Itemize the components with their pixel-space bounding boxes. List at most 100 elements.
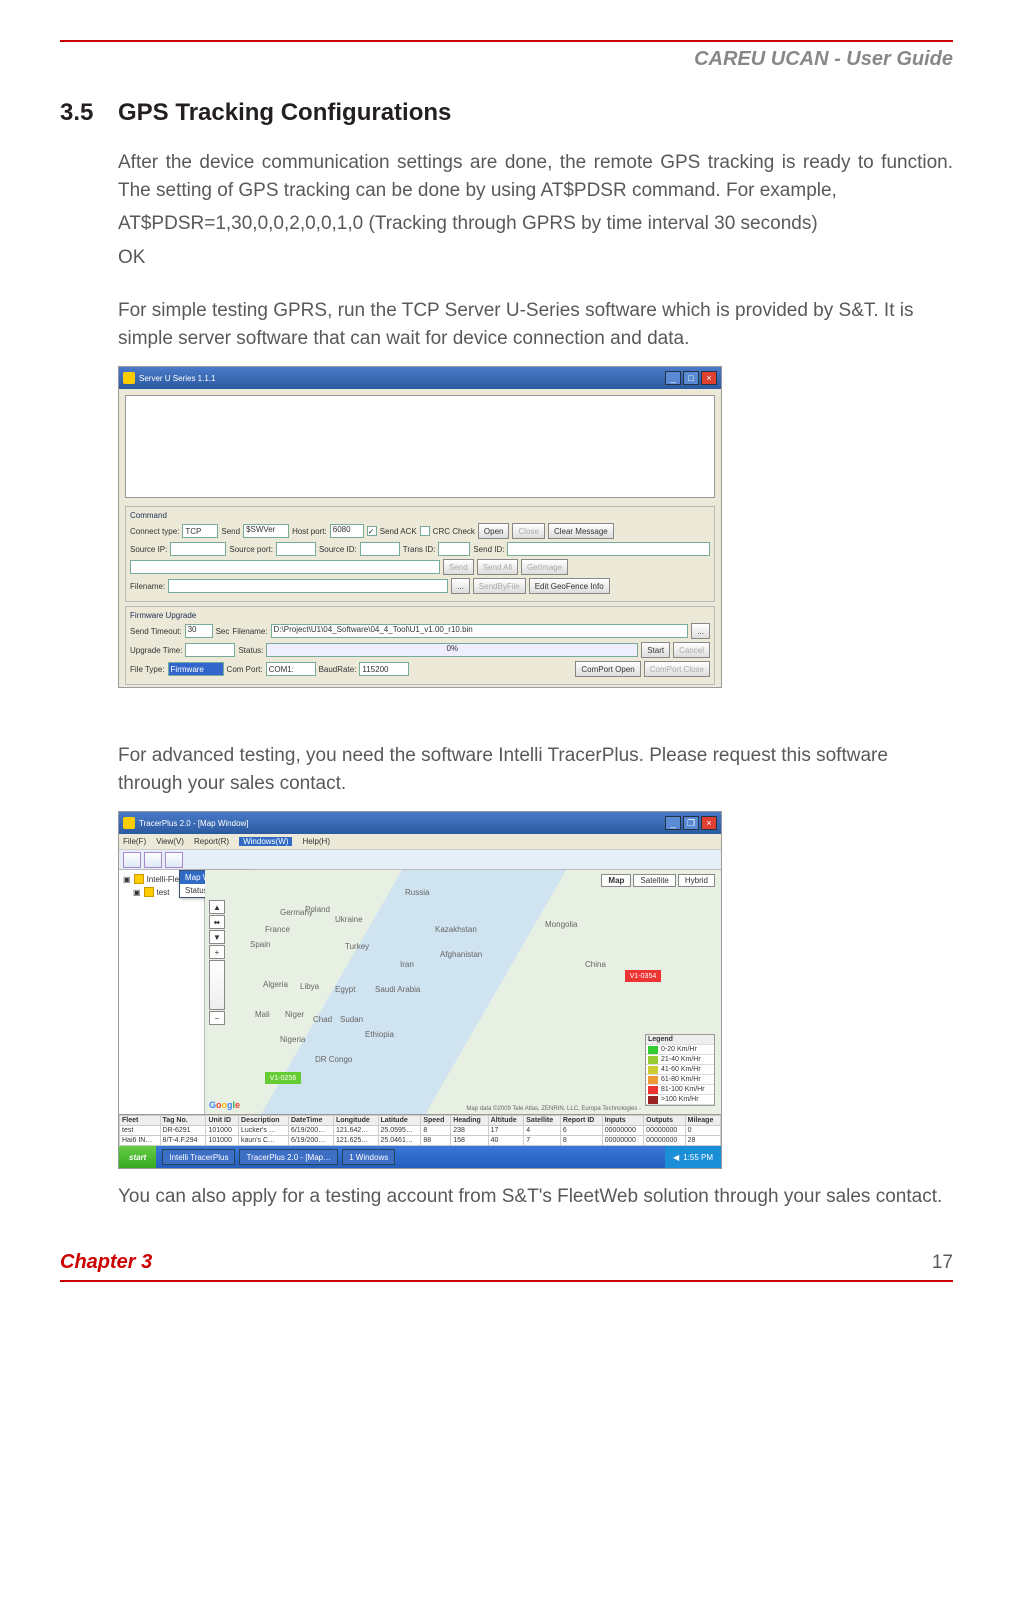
toolbar-button[interactable]: [123, 852, 141, 868]
grid-header[interactable]: Outputs: [644, 1116, 685, 1126]
map-pan-up[interactable]: ▲: [209, 900, 225, 914]
toolbar-button[interactable]: [165, 852, 183, 868]
minimize-button[interactable]: _: [665, 371, 681, 385]
window-titlebar[interactable]: Server U Series 1.1.1 _ □ ×: [119, 367, 721, 389]
toolbar-button[interactable]: [144, 852, 162, 868]
send-input[interactable]: $SWVer: [243, 524, 289, 538]
grid-header[interactable]: Unit ID: [206, 1116, 239, 1126]
grid-header[interactable]: DateTime: [288, 1116, 333, 1126]
taskbar-item[interactable]: Intelli TracerPlus: [162, 1149, 235, 1165]
expand-icon[interactable]: ▣: [133, 888, 141, 897]
open-button[interactable]: Open: [478, 523, 510, 539]
map-tab-satellite[interactable]: Satellite: [633, 874, 675, 887]
menu-file[interactable]: File(F): [123, 837, 146, 846]
start-button[interactable]: start: [119, 1146, 156, 1168]
edit-geofence-button[interactable]: Edit GeoFence Info: [529, 578, 610, 594]
clear-message-button[interactable]: Clear Message: [548, 523, 614, 539]
grid-header[interactable]: Heading: [451, 1116, 488, 1126]
map-label: Russia: [405, 888, 429, 897]
browse-firmware-button[interactable]: ...: [691, 623, 710, 639]
grid-header[interactable]: Description: [239, 1116, 289, 1126]
app-icon: [123, 372, 135, 384]
grid-header[interactable]: Mileage: [685, 1116, 720, 1126]
cancel-button[interactable]: Cancel: [673, 642, 710, 658]
table-row[interactable]: testDR-6291101000Lucker's …6/19/200…121.…: [120, 1126, 721, 1136]
system-tray[interactable]: ◀ 1:55 PM: [665, 1146, 721, 1168]
browse-button[interactable]: ...: [451, 578, 470, 594]
menu-windows[interactable]: Windows(W): [239, 837, 292, 846]
grid-header[interactable]: Latitude: [378, 1116, 421, 1126]
table-row[interactable]: Hai6 IN…8/T-4.F.294101000kaun's C…6/19/2…: [120, 1136, 721, 1146]
map-pan-down[interactable]: ▼: [209, 930, 225, 944]
comport-close-button[interactable]: ComPort Close: [644, 661, 710, 677]
map-label: Iran: [400, 960, 414, 969]
paragraph: For advanced testing, you need the softw…: [118, 742, 953, 797]
map-pan[interactable]: ⬌: [209, 915, 225, 929]
close-button[interactable]: Close: [512, 523, 544, 539]
legend-title: Legend: [648, 1036, 673, 1043]
map-zoom-out[interactable]: −: [209, 1011, 225, 1025]
start-button[interactable]: Start: [641, 642, 670, 658]
map-view[interactable]: Map Satellite Hybrid ▲ ⬌ ▼ + − Russia Ka…: [205, 870, 721, 1114]
host-port-input[interactable]: 6080: [330, 524, 364, 538]
close-button[interactable]: ×: [701, 816, 717, 830]
menu-view[interactable]: View(V): [156, 837, 184, 846]
maximize-button[interactable]: □: [683, 371, 699, 385]
map-tab-hybrid[interactable]: Hybrid: [678, 874, 715, 887]
restore-button[interactable]: ❐: [683, 816, 699, 830]
source-port-input[interactable]: [276, 542, 316, 556]
grid-cell: 00000000: [602, 1136, 643, 1146]
grid-cell: 00000000: [602, 1126, 643, 1136]
minimize-button[interactable]: _: [665, 816, 681, 830]
send-button[interactable]: Send: [443, 559, 474, 575]
close-button[interactable]: ×: [701, 371, 717, 385]
expand-icon[interactable]: ▣: [123, 875, 131, 884]
file-type-select[interactable]: Firmware: [168, 662, 224, 676]
grid-header[interactable]: Altitude: [488, 1116, 524, 1126]
send-by-file-button[interactable]: SendByFile: [473, 578, 526, 594]
send-id-select[interactable]: [507, 542, 710, 556]
taskbar-item[interactable]: TracerPlus 2.0 - [Map…: [239, 1149, 338, 1165]
connect-type-select[interactable]: TCP: [182, 524, 218, 538]
comport-open-button[interactable]: ComPort Open: [575, 661, 640, 677]
source-id-input[interactable]: [360, 542, 400, 556]
baudrate-select[interactable]: 115200: [359, 662, 409, 676]
menu-report[interactable]: Report(R): [194, 837, 229, 846]
firmware-path-input[interactable]: D:\Project\U1\04_Software\04_4_Tool\U1_v…: [271, 624, 689, 638]
upgrade-time-input[interactable]: [185, 643, 235, 657]
map-tab-map[interactable]: Map: [601, 874, 631, 887]
source-ip-input[interactable]: [170, 542, 226, 556]
map-label: Kazakhstan: [435, 925, 477, 934]
grid-cell: test: [120, 1126, 161, 1136]
com-port-select[interactable]: COM1:: [266, 662, 316, 676]
map-legend: Legend 0-20 Km/Hr 21-40 Km/Hr 41-60 Km/H…: [645, 1034, 715, 1106]
grid-header[interactable]: Longitude: [333, 1116, 378, 1126]
crc-check-checkbox[interactable]: [420, 526, 430, 536]
filename-input[interactable]: [168, 579, 448, 593]
map-label: Libya: [300, 982, 319, 991]
send-ack-checkbox[interactable]: ✓: [367, 526, 377, 536]
grid-header[interactable]: Inputs: [602, 1116, 643, 1126]
vehicle-pin[interactable]: V1-0354: [625, 970, 661, 982]
command-combo[interactable]: [130, 560, 440, 574]
tray-icon[interactable]: ◀: [673, 1153, 679, 1162]
send-all-button[interactable]: Send All: [477, 559, 518, 575]
taskbar-item[interactable]: 1 Windows: [342, 1149, 395, 1165]
grid-header[interactable]: Speed: [421, 1116, 451, 1126]
grid-header[interactable]: Report ID: [560, 1116, 602, 1126]
map-zoom-slider[interactable]: [209, 960, 225, 1010]
trans-id-input[interactable]: [438, 542, 470, 556]
window-titlebar[interactable]: TracerPlus 2.0 - [Map Window] _ ❐ ×: [119, 812, 721, 834]
menu-help[interactable]: Help(H): [302, 837, 330, 846]
grid-header[interactable]: Fleet: [120, 1116, 161, 1126]
data-grid[interactable]: FleetTag No.Unit IDDescriptionDateTimeLo…: [119, 1114, 721, 1146]
map-zoom-in[interactable]: +: [209, 945, 225, 959]
map-zoom-controls[interactable]: ▲ ⬌ ▼ + −: [209, 900, 225, 1025]
grid-header[interactable]: Satellite: [524, 1116, 561, 1126]
get-image-button[interactable]: GetImage: [521, 559, 568, 575]
send-timeout-input[interactable]: 30: [185, 624, 213, 638]
tree-label: test: [157, 888, 170, 897]
vehicle-pin[interactable]: V1-0256: [265, 1072, 301, 1084]
grid-header[interactable]: Tag No.: [160, 1116, 206, 1126]
map-label: Sudan: [340, 1015, 363, 1024]
